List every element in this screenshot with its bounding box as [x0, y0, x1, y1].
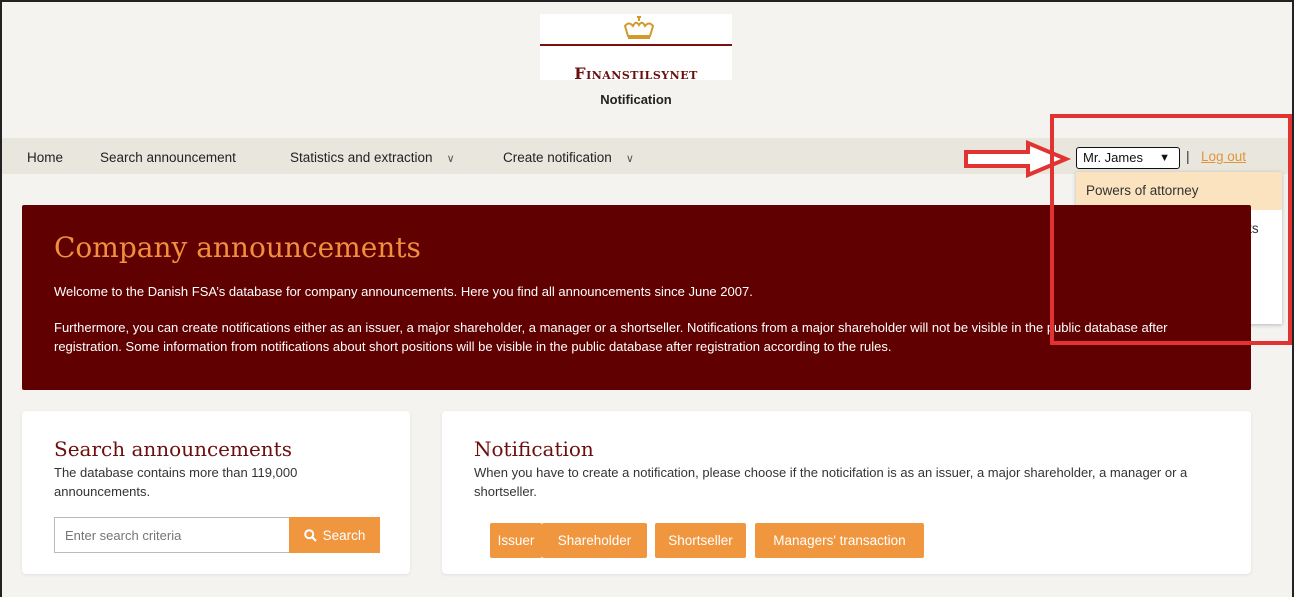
managers-transaction-button[interactable]: Managers' transaction: [755, 523, 924, 558]
highlight-box: [1050, 114, 1292, 345]
nav-home[interactable]: Home: [27, 150, 63, 165]
nav-statistics-label: Statistics and extraction: [290, 150, 433, 165]
chevron-down-icon: ∨: [446, 153, 455, 165]
nav-create-notification[interactable]: Create notification ∨: [503, 150, 634, 165]
search-icon: [303, 528, 317, 542]
nav-create-label: Create notification: [503, 150, 612, 165]
notification-card-title: Notification: [474, 437, 594, 461]
chevron-down-icon: ∨: [625, 153, 634, 165]
nav-search-label: Search announcement: [100, 150, 236, 165]
hero-title: Company announcements: [54, 231, 421, 264]
search-card: Search announcements The database contai…: [22, 411, 410, 574]
logo-text: Finanstilsynet: [574, 64, 698, 83]
search-card-text: The database contains more than 119,000 …: [54, 465, 298, 499]
search-button-label: Search: [322, 527, 366, 543]
shortseller-button[interactable]: Shortseller: [655, 523, 746, 558]
search-input[interactable]: [54, 517, 290, 553]
search-card-title: Search announcements: [54, 437, 292, 461]
crown-icon: [623, 16, 655, 39]
page-subtitle: Notification: [600, 92, 672, 107]
search-button[interactable]: Search: [289, 517, 380, 553]
logo-divider: [540, 44, 732, 46]
nav-statistics-extraction[interactable]: Statistics and extraction ∨: [290, 150, 455, 165]
shareholder-button[interactable]: Shareholder: [542, 523, 647, 558]
issuer-button[interactable]: Issuer: [490, 523, 542, 558]
notification-card-text: When you have to create a notification, …: [474, 465, 1188, 499]
nav-search-announcement[interactable]: Search announcement: [100, 150, 236, 165]
nav-home-label: Home: [27, 150, 64, 165]
finanstilsynet-logo[interactable]: Finanstilsynet: [540, 14, 732, 83]
notification-card: Notification When you have to create a n…: [442, 411, 1251, 574]
